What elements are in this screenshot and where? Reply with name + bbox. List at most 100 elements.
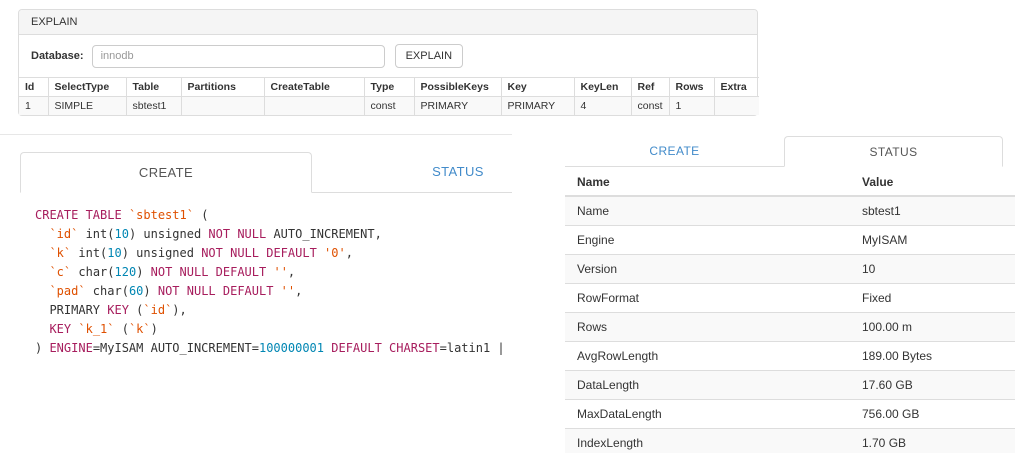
- status-header-row: NameValue: [565, 170, 1015, 196]
- status-value-cell: Fixed: [850, 284, 1015, 313]
- code-line: KEY `k_1` (`k`): [35, 320, 512, 339]
- explain-header-cell: SelectType: [48, 78, 126, 97]
- page: EXPLAIN Database: EXPLAIN IdSelectTypeTa…: [0, 0, 1024, 453]
- code-token-plain: (: [129, 303, 143, 317]
- code-token-plain: [35, 284, 49, 298]
- create-card-tabs: CREATE STATUS: [20, 152, 512, 193]
- code-token-kw: CREATE TABLE: [35, 208, 122, 222]
- status-header-cell: Value: [850, 170, 1015, 196]
- code-token-plain: ,: [288, 265, 295, 279]
- explain-data-cell: PRIMARY: [414, 97, 501, 116]
- explain-data-cell: sbtest1: [126, 97, 181, 116]
- status-row: EngineMyISAM: [565, 226, 1015, 255]
- explain-header-cell: PossibleKeys: [414, 78, 501, 97]
- status-row: IndexLength1.70 GB: [565, 429, 1015, 453]
- create-card: CREATE STATUS CREATE TABLE `sbtest1` ( `…: [0, 134, 512, 374]
- explain-header-cell: Extra: [714, 78, 759, 97]
- tab-create[interactable]: CREATE: [565, 136, 784, 166]
- code-token-plain: (: [194, 208, 208, 222]
- status-card: CREATE STATUS NameValue Namesbtest1Engin…: [565, 136, 1015, 453]
- status-row: Namesbtest1: [565, 196, 1015, 226]
- code-token-num: 120: [115, 265, 137, 279]
- code-token-plain: (: [115, 322, 129, 336]
- status-value-cell: MyISAM: [850, 226, 1015, 255]
- code-token-plain: [122, 208, 129, 222]
- status-name-cell: Engine: [565, 226, 850, 255]
- status-value-cell: 10: [850, 255, 1015, 284]
- explain-panel-title: EXPLAIN: [19, 10, 757, 35]
- code-token-str: `id`: [143, 303, 172, 317]
- explain-header-cell: Ref: [631, 78, 669, 97]
- explain-data-row: 1SIMPLEsbtest1 constPRIMARYPRIMARY4const…: [19, 97, 759, 116]
- code-line: `pad` char(60) NOT NULL DEFAULT '',: [35, 282, 512, 301]
- explain-data-cell: 1: [669, 97, 714, 116]
- code-line: `id` int(10) unsigned NOT NULL AUTO_INCR…: [35, 225, 512, 244]
- code-token-kw: KEY: [107, 303, 129, 317]
- code-token-kw: DEFAULT CHARSET: [331, 341, 439, 355]
- code-token-plain: ): [35, 341, 49, 355]
- status-header-cell: Name: [565, 170, 850, 196]
- status-value-cell: 756.00 GB: [850, 400, 1015, 429]
- code-token-kw: NOT NULL DEFAULT: [201, 246, 317, 260]
- status-table: NameValue Namesbtest1EngineMyISAMVersion…: [565, 170, 1015, 453]
- code-token-plain: AUTO_INCREMENT,: [266, 227, 382, 241]
- code-token-plain: ): [151, 322, 158, 336]
- tab-create[interactable]: CREATE: [20, 152, 312, 193]
- code-line: ) ENGINE=MyISAM AUTO_INCREMENT=100000001…: [35, 339, 512, 358]
- explain-header-cell: Partitions: [181, 78, 264, 97]
- explain-form: Database: EXPLAIN: [19, 35, 757, 77]
- code-token-kw: NOT NULL: [208, 227, 266, 241]
- code-token-str: '': [273, 265, 287, 279]
- status-value-cell: 189.00 Bytes: [850, 342, 1015, 371]
- database-label: Database:: [31, 50, 84, 62]
- status-row: RowFormatFixed: [565, 284, 1015, 313]
- explain-result-table: IdSelectTypeTablePartitionsCreateTableTy…: [19, 77, 759, 115]
- code-token-str: `sbtest1`: [129, 208, 194, 222]
- code-token-plain: PRIMARY: [35, 303, 107, 317]
- code-token-plain: int(: [78, 227, 114, 241]
- explain-data-cell: PRIMARY: [501, 97, 574, 116]
- explain-button[interactable]: EXPLAIN: [395, 44, 463, 68]
- code-token-str: '': [281, 284, 295, 298]
- explain-header-cell: Table: [126, 78, 181, 97]
- code-token-plain: ): [143, 284, 157, 298]
- explain-data-cell: [714, 97, 759, 116]
- status-name-cell: Version: [565, 255, 850, 284]
- code-token-plain: [35, 227, 49, 241]
- code-token-num: 10: [114, 227, 128, 241]
- code-token-str: '0': [324, 246, 346, 260]
- status-name-cell: IndexLength: [565, 429, 850, 453]
- explain-data-cell: const: [631, 97, 669, 116]
- status-name-cell: Rows: [565, 313, 850, 342]
- code-token-kw: NOT NULL DEFAULT: [151, 265, 267, 279]
- status-name-cell: Name: [565, 196, 850, 226]
- code-token-plain: =MyISAM AUTO_INCREMENT=: [93, 341, 259, 355]
- explain-header-row: IdSelectTypeTablePartitionsCreateTableTy…: [19, 78, 759, 97]
- code-token-str: `k`: [49, 246, 71, 260]
- code-token-plain: ,: [346, 246, 353, 260]
- status-value-cell: sbtest1: [850, 196, 1015, 226]
- tab-status[interactable]: STATUS: [784, 136, 1003, 167]
- status-name-cell: AvgRowLength: [565, 342, 850, 371]
- status-card-tabs: CREATE STATUS: [565, 136, 1003, 167]
- database-input[interactable]: [92, 45, 385, 68]
- explain-data-cell: SIMPLE: [48, 97, 126, 116]
- status-row: Version10: [565, 255, 1015, 284]
- explain-data-cell: [181, 97, 264, 116]
- status-row: AvgRowLength189.00 Bytes: [565, 342, 1015, 371]
- code-token-plain: ): [136, 265, 150, 279]
- code-token-str: `k_1`: [78, 322, 114, 336]
- code-token-plain: [35, 322, 49, 336]
- code-token-str: `c`: [49, 265, 71, 279]
- separator-line: [0, 134, 512, 135]
- code-token-kw: ENGINE: [49, 341, 92, 355]
- explain-header-cell: Key: [501, 78, 574, 97]
- code-token-plain: [273, 284, 280, 298]
- code-token-str: `k`: [129, 322, 151, 336]
- explain-data-cell: 4: [574, 97, 631, 116]
- explain-header-cell: Rows: [669, 78, 714, 97]
- explain-header-cell: CreateTable: [264, 78, 364, 97]
- status-name-cell: RowFormat: [565, 284, 850, 313]
- explain-header-cell: KeyLen: [574, 78, 631, 97]
- tab-status[interactable]: STATUS: [312, 152, 512, 192]
